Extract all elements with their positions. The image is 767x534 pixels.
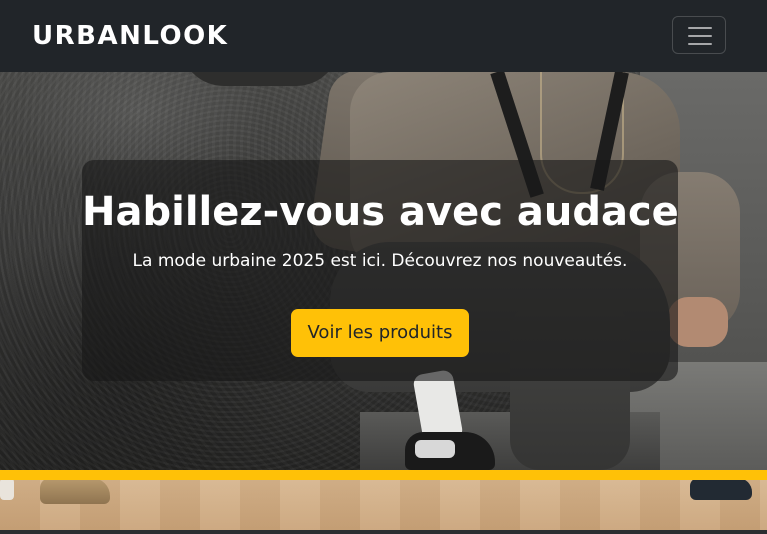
secondary-banner-image [0,480,767,530]
navbar-toggler-button[interactable] [672,16,726,54]
brand-logo[interactable]: URBANLOOK [32,18,228,54]
view-products-button[interactable]: Voir les produits [291,309,469,357]
hero-section: Habillez-vous avec audace La mode urbain… [0,72,767,470]
hero-title: Habillez-vous avec audace [82,189,679,235]
hero-subtitle: La mode urbaine 2025 est ici. Découvrez … [132,251,628,271]
accent-divider [0,470,767,480]
hero-overlay: Habillez-vous avec audace La mode urbain… [82,160,679,381]
navbar: URBANLOOK [0,0,767,72]
